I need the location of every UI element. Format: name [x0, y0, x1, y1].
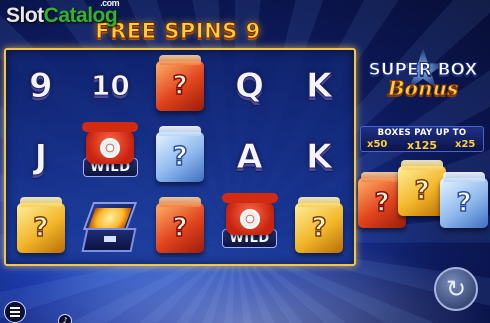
card-symbol: Q	[235, 65, 265, 106]
reel-cell: ?	[145, 193, 215, 264]
card-symbol: 9	[28, 65, 53, 106]
pay-title: BOXES PAY UP TO	[377, 128, 467, 138]
side-box-gold: ?	[398, 160, 446, 216]
reel-cell: 10	[76, 50, 146, 121]
reel-cell: A	[215, 121, 285, 192]
mystery-box-red: ?	[155, 197, 204, 254]
pay-value-gold: x125	[407, 139, 438, 152]
side-box-blue: ?	[440, 172, 488, 228]
card-symbol: A	[236, 136, 263, 177]
telephone-icon	[221, 193, 278, 236]
spin-button[interactable]: ↻	[434, 267, 478, 311]
open-box-symbol	[81, 200, 138, 256]
boxes-pay-banner: BOXES PAY UP TO x50 x125 x25	[360, 126, 484, 152]
menu-button[interactable]	[4, 301, 26, 323]
wild-phone-symbol: WILD	[219, 193, 281, 259]
watermark-logo: SlotCatalog .com	[6, 0, 120, 27]
sound-icon: ♪	[62, 316, 68, 323]
mystery-box-red: ?	[155, 54, 204, 111]
card-symbol: J	[34, 136, 48, 177]
reel-cell: J	[6, 121, 76, 192]
card-symbol: 10	[90, 69, 130, 103]
refresh-icon: ↻	[445, 275, 467, 303]
reel-cell	[76, 193, 146, 264]
reel-grid: 9 10? Q K J WILD? A K?? WILD?	[4, 48, 356, 266]
reel-cell: WILD	[76, 121, 146, 192]
reel-cell: K	[284, 50, 354, 121]
wild-phone-symbol: WILD	[79, 121, 141, 188]
reel-cell: ?	[284, 193, 354, 264]
pay-value-red: x50	[367, 139, 388, 150]
reel-cell: Q	[215, 50, 285, 121]
reel-cell: K	[284, 121, 354, 192]
bonus-title-line2: Bonus	[387, 76, 459, 101]
mystery-box-gold: ?	[295, 197, 344, 254]
reel-cell: WILD	[215, 193, 285, 264]
pay-value-blue: x25	[455, 139, 476, 150]
card-symbol: K	[305, 65, 333, 106]
reel-cell: ?	[145, 121, 215, 192]
card-symbol: K	[305, 136, 333, 177]
mystery-box-gold: ?	[16, 197, 65, 254]
menu-icon	[10, 307, 20, 309]
reel-cell: 9	[6, 50, 76, 121]
mystery-box-blue: ?	[155, 125, 204, 182]
telephone-icon	[82, 121, 139, 164]
reel-cell: ?	[6, 193, 76, 264]
sound-button[interactable]: ♪	[58, 314, 72, 323]
super-box-bonus-logo: SUPER BOX Bonus	[360, 48, 486, 120]
reel-cell: ?	[145, 50, 215, 121]
free-spins-count: 9	[245, 19, 261, 44]
